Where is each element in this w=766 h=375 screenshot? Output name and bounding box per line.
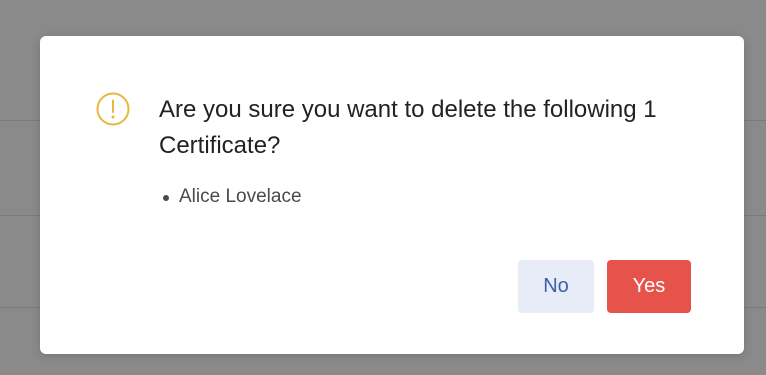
yes-button[interactable]: Yes: [607, 260, 691, 313]
no-button[interactable]: No: [518, 260, 594, 313]
warning-circle-icon: [95, 91, 131, 127]
confirm-delete-dialog: Are you sure you want to delete the foll…: [40, 36, 744, 354]
item-list: Alice Lovelace: [159, 184, 302, 210]
dialog-title: Are you sure you want to delete the foll…: [159, 96, 657, 159]
list-item: Alice Lovelace: [159, 184, 302, 210]
